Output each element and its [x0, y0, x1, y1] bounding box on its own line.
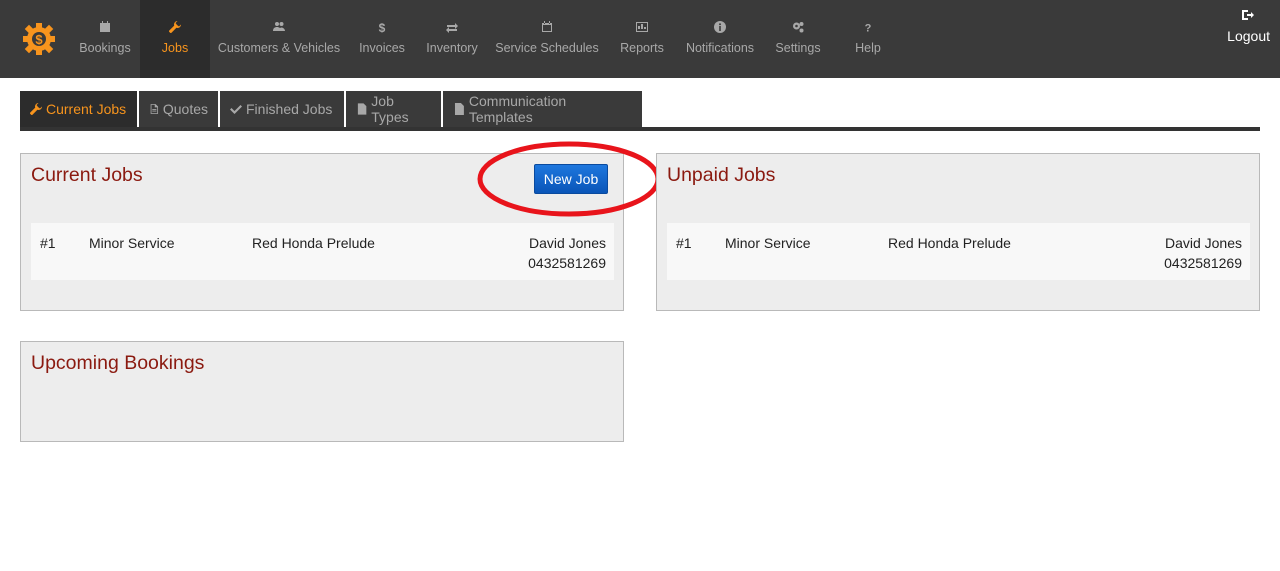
nav-label: Jobs [161, 41, 189, 55]
check-icon [230, 105, 242, 114]
tab-communication-templates[interactable]: Communication Templates [443, 91, 642, 127]
info-icon [713, 20, 727, 34]
job-subtabs: Current Jobs Quotes Finished Jobs Job Ty… [20, 91, 642, 127]
job-vehicle: Red Honda Prelude [888, 235, 1011, 251]
nav-reports[interactable]: Reports [614, 0, 670, 78]
tab-finished-jobs[interactable]: Finished Jobs [220, 91, 344, 127]
job-number: #1 [676, 235, 692, 251]
job-type: Minor Service [725, 235, 811, 251]
chart-icon [635, 20, 649, 34]
top-navbar: $ Bookings Jobs Customers & Vehicles $ I… [0, 0, 1280, 78]
tab-label: Job Types [371, 93, 409, 125]
nav-service-schedules[interactable]: Service Schedules [490, 0, 604, 78]
tab-label: Communication Templates [468, 93, 567, 125]
nav-bookings[interactable]: Bookings [70, 0, 140, 78]
question-icon: ? [861, 20, 875, 34]
nav-customers-vehicles[interactable]: Customers & Vehicles [212, 0, 346, 78]
table-row[interactable]: #1 Minor Service Red Honda Prelude David… [667, 223, 1250, 280]
gears-icon [791, 20, 805, 34]
tab-quotes[interactable]: Quotes [139, 91, 218, 127]
file-icon [454, 103, 464, 115]
svg-text:$: $ [35, 32, 43, 47]
logout-label: Logout [1227, 28, 1270, 44]
sign-out-icon [1241, 8, 1256, 22]
job-customer: David Jones 0432581269 [528, 233, 606, 273]
file-icon [357, 103, 367, 115]
current-jobs-title: Current Jobs [31, 164, 143, 186]
tab-label: Current Jobs [46, 101, 127, 117]
dollar-icon: $ [375, 20, 389, 34]
unpaid-jobs-title: Unpaid Jobs [667, 164, 776, 186]
customer-name: David Jones [528, 235, 606, 251]
new-job-button[interactable]: New Job [534, 164, 608, 194]
tab-underline [20, 127, 1260, 131]
logout-button[interactable]: Logout [1227, 8, 1270, 44]
users-icon [272, 20, 286, 34]
nav-settings[interactable]: Settings [768, 0, 828, 78]
upcoming-bookings-panel: Upcoming Bookings [20, 341, 624, 442]
calendar-icon [98, 20, 112, 34]
tab-label: Finished Jobs [246, 101, 333, 117]
wrench-icon [30, 103, 42, 115]
unpaid-jobs-panel: Unpaid Jobs #1 Minor Service Red Honda P… [656, 153, 1260, 311]
job-customer: David Jones 0432581269 [1164, 233, 1242, 273]
svg-text:?: ? [865, 23, 872, 34]
customer-name: David Jones [1164, 235, 1242, 251]
nav-label: Notifications [685, 41, 755, 55]
tab-current-jobs[interactable]: Current Jobs [20, 91, 137, 127]
nav-invoices[interactable]: $ Invoices [352, 0, 412, 78]
nav-inventory[interactable]: Inventory [420, 0, 484, 78]
nav-label: Bookings [79, 41, 131, 55]
app-logo-icon[interactable]: $ [22, 22, 56, 56]
job-type: Minor Service [89, 235, 175, 251]
upcoming-bookings-title: Upcoming Bookings [31, 352, 205, 374]
nav-help[interactable]: ? Help [846, 0, 890, 78]
document-icon [150, 104, 159, 114]
wrench-icon [168, 20, 182, 34]
svg-text:$: $ [379, 21, 386, 33]
table-row[interactable]: #1 Minor Service Red Honda Prelude David… [31, 223, 614, 280]
customer-phone: 0432581269 [528, 255, 606, 271]
customer-phone: 0432581269 [1164, 255, 1242, 271]
nav-label: Service Schedules [495, 41, 599, 55]
tab-label: Quotes [162, 101, 208, 117]
nav-label: Reports [620, 41, 664, 55]
exchange-icon [445, 20, 459, 34]
nav-label: Help [855, 41, 881, 55]
nav-label: Inventory [426, 41, 478, 55]
nav-label: Customers & Vehicles [217, 41, 341, 55]
job-vehicle: Red Honda Prelude [252, 235, 375, 251]
tab-job-types[interactable]: Job Types [346, 91, 441, 127]
nav-jobs[interactable]: Jobs [140, 0, 210, 78]
job-number: #1 [40, 235, 56, 251]
calendar-empty-icon [540, 20, 554, 34]
nav-label: Invoices [359, 41, 405, 55]
nav-notifications[interactable]: Notifications [680, 0, 760, 78]
nav-label: Settings [775, 41, 821, 55]
